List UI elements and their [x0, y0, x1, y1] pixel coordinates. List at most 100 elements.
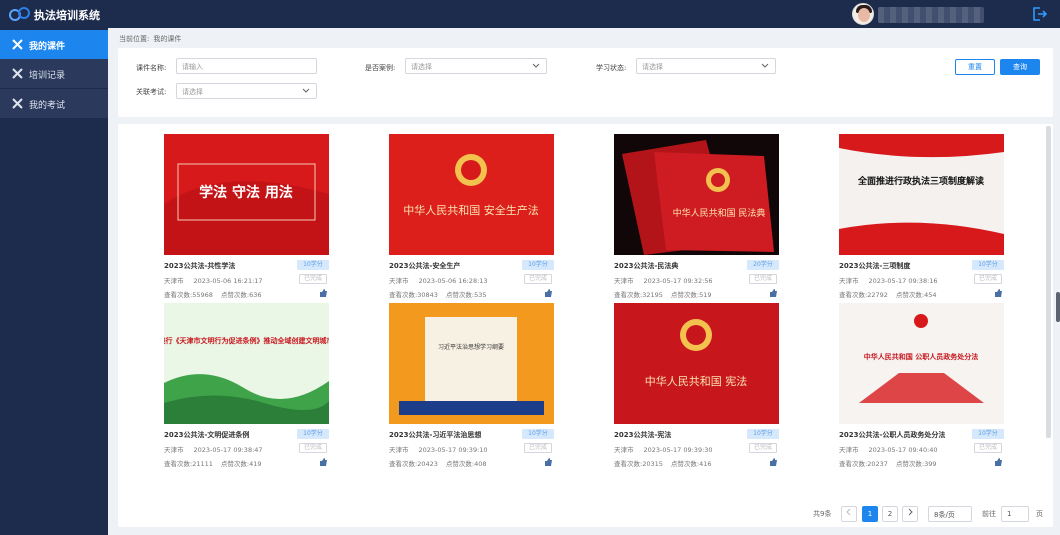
like-count: 点赞次数:408 [445, 460, 487, 468]
logo-icon [9, 7, 30, 21]
course-meta: 天津市 2023-05-06 16:21:17 [164, 275, 273, 285]
page-button-1[interactable]: 1 [862, 506, 878, 522]
course-meta: 天津市 2023-05-17 09:40:40 [839, 444, 948, 454]
credit-badge: 10学分 [972, 260, 1004, 270]
side-drag-handle[interactable] [1056, 292, 1060, 322]
course-title[interactable]: 2023公共法-文明促进条例 [164, 430, 249, 440]
is-case-select[interactable]: 请选择 [405, 58, 547, 74]
sidebar-item-my-exams[interactable]: 我的考试 [0, 89, 108, 118]
thumbs-up-icon[interactable] [994, 457, 1003, 466]
course-meta: 天津市 2023-05-17 09:38:16 [839, 275, 948, 285]
thumbs-up-icon[interactable] [544, 288, 553, 297]
course-meta: 天津市 2023-05-17 09:39:10 [389, 444, 498, 454]
status-button[interactable]: 已完成 [299, 443, 327, 453]
sidebar-item-my-courses[interactable]: 我的课件 [0, 30, 108, 59]
course-thumbnail[interactable]: 学法 守法 用法 [164, 134, 329, 255]
like-count: 点赞次数:454 [895, 291, 937, 299]
wrench-cross-icon [12, 68, 23, 79]
logout-icon[interactable] [1030, 5, 1048, 23]
status-button[interactable]: 已完成 [974, 274, 1002, 284]
course-card[interactable]: 中华人民共和国 安全生产法 2023公共法-安全生产 10学分 天津市 2023-… [389, 134, 557, 304]
course-thumbnail[interactable]: 中华人民共和国 宪法 [614, 303, 779, 424]
avatar[interactable] [852, 3, 874, 25]
related-exam-select[interactable]: 请选择 [176, 83, 317, 99]
credit-badge: 10学分 [297, 260, 329, 270]
status-button[interactable]: 已完成 [524, 443, 552, 453]
course-title[interactable]: 2023公共法-公职人员政务处分法 [839, 430, 945, 440]
course-title[interactable]: 2023公共法-民法典 [614, 261, 678, 271]
course-city: 天津市 [839, 277, 859, 285]
chevron-right-icon [908, 508, 913, 516]
reset-button[interactable]: 重置 [955, 59, 995, 75]
search-button[interactable]: 查询 [1000, 59, 1040, 75]
course-stats: 查看次数:22792 点赞次数:454 [839, 289, 944, 299]
thumbs-up-icon[interactable] [994, 288, 1003, 297]
status-button[interactable]: 已完成 [524, 274, 552, 284]
username-blurred [878, 7, 984, 23]
course-stats: 查看次数:55968 点赞次数:636 [164, 289, 269, 299]
thumbnail-caption: 践行《天津市文明行为促进条例》推动全域创建文明城市 [164, 336, 329, 345]
course-thumbnail[interactable]: 中华人民共和国 安全生产法 [389, 134, 554, 255]
course-stats: 查看次数:32195 点赞次数:519 [614, 289, 719, 299]
course-title[interactable]: 2023公共法-宪法 [614, 430, 671, 440]
course-card[interactable]: 中华人民共和国 公职人员政务处分法 2023公共法-公职人员政务处分法 10学分… [839, 303, 1007, 473]
status-button[interactable]: 已完成 [749, 274, 777, 284]
course-title[interactable]: 2023公共法-安全生产 [389, 261, 460, 271]
thumbnail-caption: 中华人民共和国 安全生产法 [403, 203, 539, 217]
course-card[interactable]: 学法 守法 用法 2023公共法-共性学法 10学分 天津市 2023-05-06… [164, 134, 332, 304]
page-size-select[interactable]: 8条/页 [928, 506, 972, 522]
like-count: 点赞次数:419 [220, 460, 262, 468]
course-title[interactable]: 2023公共法-三项制度 [839, 261, 910, 271]
view-count: 查看次数:55968 [164, 291, 213, 299]
course-thumbnail[interactable]: 中华人民共和国 公职人员政务处分法 [839, 303, 1004, 424]
wrench-cross-icon [12, 98, 23, 109]
goto-page-input[interactable]: 1 [1001, 506, 1029, 522]
related-exam-value: 请选择 [182, 88, 203, 96]
prev-page-button[interactable] [841, 506, 857, 522]
course-meta: 天津市 2023-05-17 09:38:47 [164, 444, 273, 454]
thumbs-up-icon[interactable] [544, 457, 553, 466]
thumbs-up-icon[interactable] [769, 457, 778, 466]
study-status-select[interactable]: 请选择 [636, 58, 776, 74]
sidebar-item-training-records[interactable]: 培训记录 [0, 59, 108, 88]
course-thumbnail[interactable]: 践行《天津市文明行为促进条例》推动全域创建文明城市 [164, 303, 329, 424]
view-count: 查看次数:30843 [389, 291, 438, 299]
course-card[interactable]: 全面推进行政执法三项制度解读 2023公共法-三项制度 10学分 天津市 2023… [839, 134, 1007, 304]
view-count: 查看次数:32195 [614, 291, 663, 299]
thumbnail-caption: 学法 守法 用法 [199, 184, 293, 201]
credit-badge: 10学分 [522, 429, 554, 439]
course-title[interactable]: 2023公共法-习近平法治思想 [389, 430, 481, 440]
course-date: 2023-05-06 16:28:13 [418, 277, 488, 285]
thumbnail-caption: 习近平法治思想学习纲要 [438, 343, 504, 351]
status-button[interactable]: 已完成 [974, 443, 1002, 453]
course-card[interactable]: 践行《天津市文明行为促进条例》推动全域创建文明城市 2023公共法-文明促进条例… [164, 303, 332, 473]
course-meta: 天津市 2023-05-17 09:39:30 [614, 444, 723, 454]
course-stats: 查看次数:20237 点赞次数:399 [839, 458, 944, 468]
page-button-2[interactable]: 2 [882, 506, 898, 522]
thumbs-up-icon[interactable] [769, 288, 778, 297]
course-title[interactable]: 2023公共法-共性学法 [164, 261, 235, 271]
view-count: 查看次数:20423 [389, 460, 438, 468]
view-count: 查看次数:20237 [839, 460, 888, 468]
course-meta: 天津市 2023-05-06 16:28:13 [389, 275, 498, 285]
status-button[interactable]: 已完成 [749, 443, 777, 453]
course-card[interactable]: 中华人民共和国 宪法 2023公共法-宪法 10学分 天津市 2023-05-17… [614, 303, 782, 473]
course-stats: 查看次数:20423 点赞次数:408 [389, 458, 494, 468]
course-date: 2023-05-17 09:38:16 [868, 277, 938, 285]
course-thumbnail[interactable]: 全面推进行政执法三项制度解读 [839, 134, 1004, 255]
like-count: 点赞次数:399 [895, 460, 937, 468]
top-bar: 执法培训系统 [0, 0, 1060, 28]
status-button[interactable]: 已完成 [299, 274, 327, 284]
course-thumbnail[interactable]: 中华人民共和国 民法典 [614, 134, 779, 255]
thumbs-up-icon[interactable] [319, 457, 328, 466]
course-card[interactable]: 中华人民共和国 民法典 2023公共法-民法典 20学分 天津市 2023-05-… [614, 134, 782, 304]
thumbnail-caption: 中华人民共和国 公职人员政务处分法 [864, 352, 978, 361]
thumbs-up-icon[interactable] [319, 288, 328, 297]
course-date: 2023-05-17 09:39:30 [643, 446, 713, 454]
next-page-button[interactable] [902, 506, 918, 522]
course-card[interactable]: 习近平法治思想学习纲要 2023公共法-习近平法治思想 10学分 天津市 2023… [389, 303, 557, 473]
view-count: 查看次数:21111 [164, 460, 213, 468]
course-name-input[interactable]: 请输入 [176, 58, 317, 74]
scrollbar[interactable] [1046, 126, 1051, 438]
course-thumbnail[interactable]: 习近平法治思想学习纲要 [389, 303, 554, 424]
